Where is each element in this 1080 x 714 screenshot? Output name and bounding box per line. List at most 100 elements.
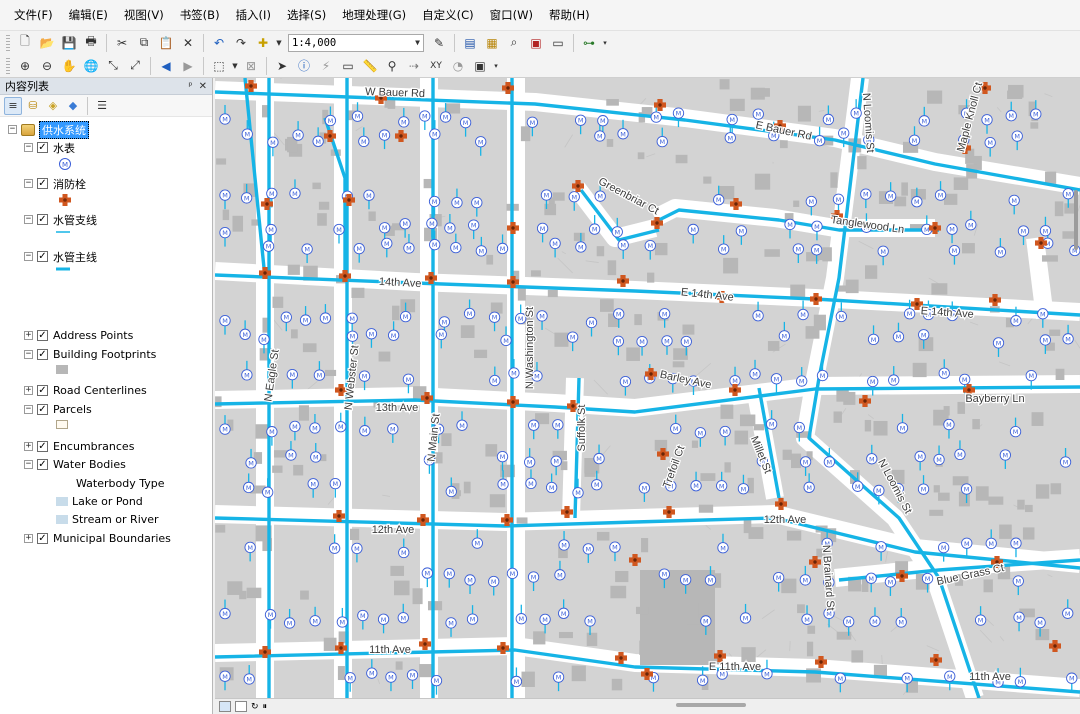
toolbar-grip[interactable] bbox=[6, 34, 10, 51]
expand-icon[interactable]: + bbox=[24, 534, 33, 543]
map-scale-combobox[interactable]: 1:4,000 ▼ bbox=[288, 33, 424, 52]
back-extent-icon[interactable]: ◀ bbox=[156, 56, 176, 76]
list-by-drawing-order-icon[interactable]: ≡ bbox=[4, 96, 22, 115]
collapse-icon[interactable]: − bbox=[24, 179, 33, 188]
layer-row[interactable]: − ✓ 水表 bbox=[24, 139, 75, 156]
collapse-icon[interactable]: − bbox=[24, 350, 33, 359]
layer-row[interactable]: − ✓ 消防栓 bbox=[24, 175, 86, 192]
redo-icon[interactable]: ↷ bbox=[231, 33, 251, 53]
layer-row[interactable]: − ✓ Building Footprints bbox=[24, 346, 156, 363]
select-features-icon[interactable]: ⬚ bbox=[209, 56, 229, 76]
layer-visibility-checkbox[interactable]: ✓ bbox=[37, 459, 48, 470]
python-window-icon[interactable]: ▭ bbox=[548, 33, 568, 53]
layer-row[interactable]: − ✓ Parcels bbox=[24, 401, 92, 418]
open-folder-icon[interactable]: 📂 bbox=[37, 33, 57, 53]
hyperlink-icon[interactable]: ⚡ bbox=[316, 56, 336, 76]
layer-row[interactable]: + ✓ Encumbrances bbox=[24, 438, 134, 455]
toolbar-options-icon[interactable]: ▾ bbox=[601, 33, 609, 53]
layer-label[interactable]: 水管支线 bbox=[53, 212, 97, 228]
menu-selection[interactable]: 选择(S) bbox=[279, 0, 334, 30]
arctoolbox-icon[interactable]: ▣ bbox=[526, 33, 546, 53]
map-canvas[interactable]: M M M M M M M M M M M M M M M M M M M M M M M M M M M M M M M M M M M M M M M M… bbox=[215, 78, 1080, 698]
full-extent-icon[interactable]: 🌐 bbox=[81, 56, 101, 76]
expand-icon[interactable]: + bbox=[24, 442, 33, 451]
layer-visibility-checkbox[interactable]: ✓ bbox=[37, 142, 48, 153]
find-route-icon[interactable]: ⇢ bbox=[404, 56, 424, 76]
menu-bookmarks[interactable]: 书签(B) bbox=[172, 0, 228, 30]
html-popup-icon[interactable]: ▭ bbox=[338, 56, 358, 76]
layer-row[interactable]: − ✓ 水管主线 bbox=[24, 248, 97, 265]
layer-label[interactable]: Address Points bbox=[53, 329, 133, 342]
layer-label[interactable]: 消防栓 bbox=[53, 176, 86, 192]
add-data-icon[interactable]: ✚ bbox=[253, 33, 273, 53]
collapse-icon[interactable]: − bbox=[8, 125, 17, 134]
layer-label[interactable]: Municipal Boundaries bbox=[53, 532, 171, 545]
horizontal-scrollbar[interactable] bbox=[676, 703, 746, 707]
layer-row[interactable]: − ✓ Water Bodies bbox=[24, 456, 126, 473]
collapse-icon[interactable]: − bbox=[24, 252, 33, 261]
layer-label[interactable]: Water Bodies bbox=[53, 458, 126, 471]
menu-edit[interactable]: 编辑(E) bbox=[61, 0, 116, 30]
map-view[interactable]: M M M M M M M M M M M M M M M M M M M M M M M M M M M M M M M M M M M M M M M M… bbox=[215, 78, 1080, 698]
toolbar-grip[interactable] bbox=[6, 57, 10, 74]
layer-visibility-checkbox[interactable]: ✓ bbox=[37, 178, 48, 189]
list-by-selection-icon[interactable]: ◆ bbox=[64, 97, 82, 115]
refresh-icon[interactable]: ↻ bbox=[251, 702, 259, 712]
find-binoculars-icon[interactable]: ⚲ bbox=[382, 56, 402, 76]
layer-label[interactable]: 水表 bbox=[53, 140, 75, 156]
menu-geoprocessing[interactable]: 地理处理(G) bbox=[334, 0, 414, 30]
table-of-contents-icon[interactable]: ▤ bbox=[460, 33, 480, 53]
layer-visibility-checkbox[interactable]: ✓ bbox=[37, 349, 48, 360]
layer-visibility-checkbox[interactable]: ✓ bbox=[37, 330, 48, 341]
layer-visibility-checkbox[interactable]: ✓ bbox=[37, 441, 48, 452]
forward-extent-icon[interactable]: ▶ bbox=[178, 56, 198, 76]
menu-insert[interactable]: 插入(I) bbox=[228, 0, 279, 30]
expand-icon[interactable]: + bbox=[24, 386, 33, 395]
vertical-scrollbar[interactable] bbox=[1074, 190, 1078, 250]
data-view-button[interactable] bbox=[219, 701, 231, 712]
layer-row[interactable]: + ✓ Municipal Boundaries bbox=[24, 530, 171, 547]
close-icon[interactable]: ✕ bbox=[199, 81, 207, 92]
cut-icon[interactable]: ✂ bbox=[112, 33, 132, 53]
delete-icon[interactable]: ✕ bbox=[178, 33, 198, 53]
expand-icon[interactable]: + bbox=[24, 331, 33, 340]
editor-toolbar-icon[interactable]: ✎ bbox=[429, 33, 449, 53]
toolbar-options-icon[interactable]: ▾ bbox=[492, 56, 500, 76]
time-slider-icon[interactable]: ◔ bbox=[448, 56, 468, 76]
select-elements-arrow-icon[interactable]: ➤ bbox=[272, 56, 292, 76]
layer-label[interactable]: Encumbrances bbox=[53, 440, 134, 453]
collapse-icon[interactable]: − bbox=[24, 143, 33, 152]
clear-selection-icon[interactable]: ⊠ bbox=[241, 56, 261, 76]
model-builder-icon[interactable]: ⊶ bbox=[579, 33, 599, 53]
layer-visibility-checkbox[interactable]: ✓ bbox=[37, 214, 48, 225]
undo-icon[interactable]: ↶ bbox=[209, 33, 229, 53]
print-icon[interactable]: 🖶 bbox=[81, 33, 101, 53]
layout-view-button[interactable] bbox=[235, 701, 247, 712]
list-by-visibility-icon[interactable]: ◈ bbox=[44, 97, 62, 115]
collapse-icon[interactable]: − bbox=[24, 405, 33, 414]
layer-row[interactable]: + ✓ Road Centerlines bbox=[24, 382, 147, 399]
paste-icon[interactable]: 📋 bbox=[156, 33, 176, 53]
layer-visibility-checkbox[interactable]: ✓ bbox=[37, 251, 48, 262]
search-window-icon[interactable]: ⌕ bbox=[504, 33, 524, 53]
menu-file[interactable]: 文件(F) bbox=[6, 0, 61, 30]
fixed-zoom-in-icon[interactable]: ⤡ bbox=[103, 56, 123, 76]
create-viewer-icon[interactable]: ▣ bbox=[470, 56, 490, 76]
dropdown-arrow-icon[interactable]: ▼ bbox=[231, 56, 239, 76]
fixed-zoom-out-icon[interactable]: ⤢ bbox=[125, 56, 145, 76]
pan-hand-icon[interactable]: ✋ bbox=[59, 56, 79, 76]
menu-customize[interactable]: 自定义(C) bbox=[414, 0, 482, 30]
layer-label[interactable]: Parcels bbox=[53, 403, 92, 416]
layer-row[interactable]: + ✓ Address Points bbox=[24, 327, 133, 344]
pause-drawing-icon[interactable]: ⏸ bbox=[263, 702, 268, 712]
list-by-source-icon[interactable]: ⛁ bbox=[24, 97, 42, 115]
collapse-icon[interactable]: − bbox=[24, 460, 33, 469]
pin-icon[interactable]: ᵖ bbox=[188, 81, 192, 92]
identify-icon[interactable]: ⓘ bbox=[294, 56, 314, 76]
layer-label[interactable]: 水管主线 bbox=[53, 249, 97, 265]
go-to-xy-icon[interactable]: XY bbox=[426, 56, 446, 76]
menu-windows[interactable]: 窗口(W) bbox=[482, 0, 541, 30]
layer-group-row[interactable]: − 供水系统 bbox=[8, 120, 89, 139]
catalog-icon[interactable]: ▦ bbox=[482, 33, 502, 53]
layer-label[interactable]: Road Centerlines bbox=[53, 384, 147, 397]
